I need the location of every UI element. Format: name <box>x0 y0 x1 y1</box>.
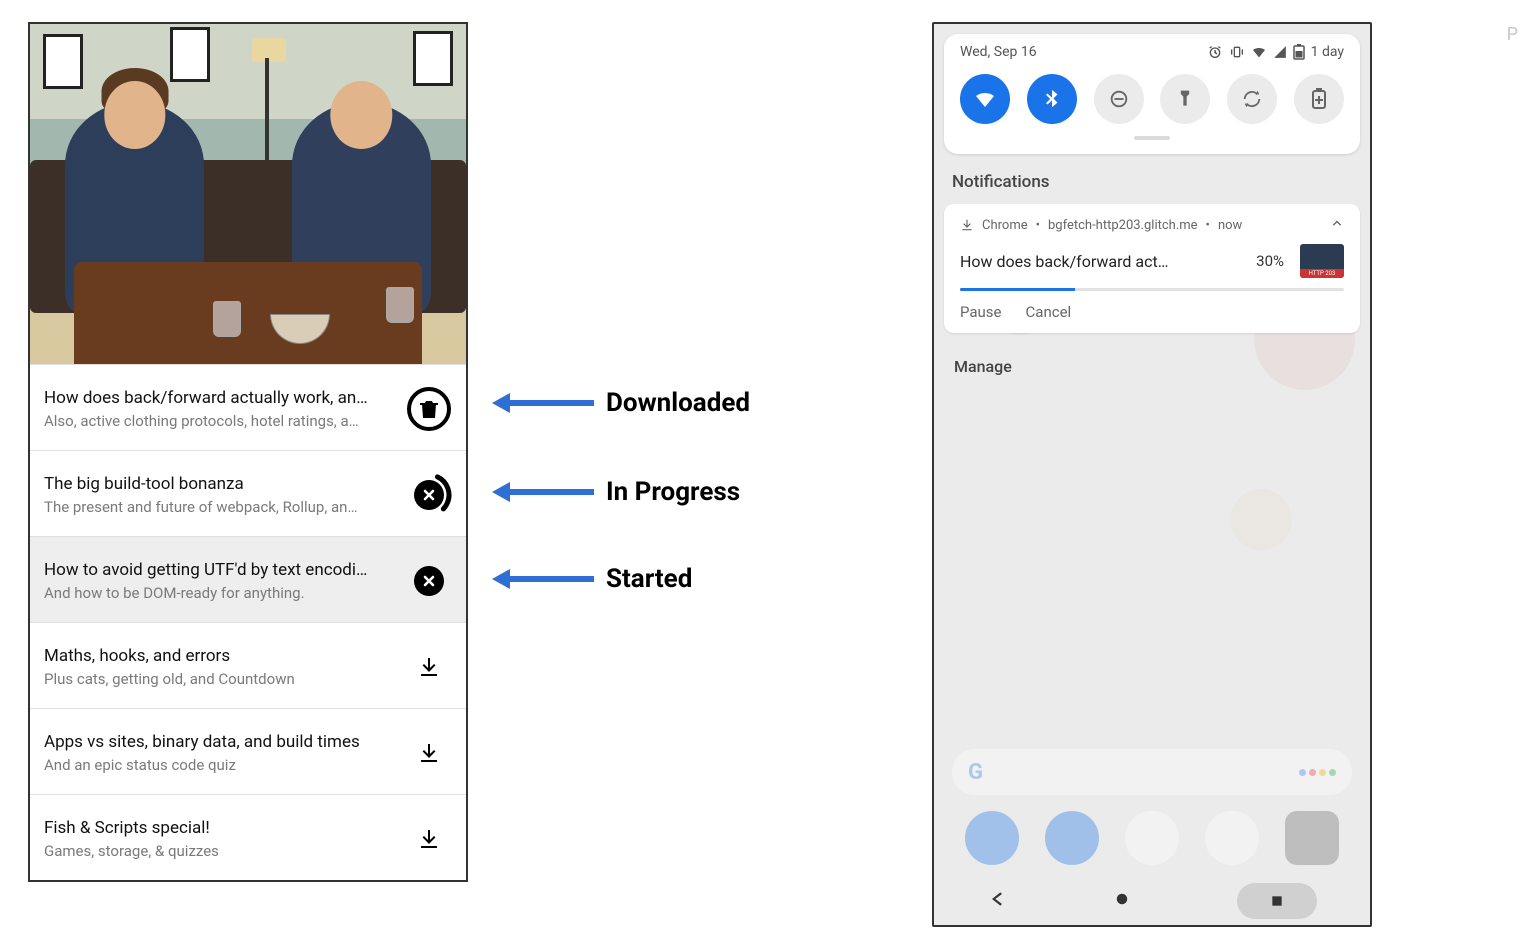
quick-settings-card: Wed, Sep 16 1 day <box>944 34 1360 154</box>
auto-rotate-icon <box>1241 88 1263 110</box>
assistant-icon <box>1299 769 1336 776</box>
notifications-section-title: Notifications <box>934 154 1370 204</box>
episode-row[interactable]: How to avoid getting UTF'd by text encod… <box>30 536 466 622</box>
nav-home-icon <box>1113 890 1131 908</box>
nav-home-button[interactable] <box>1113 890 1131 912</box>
notification-progress-bar <box>960 288 1344 291</box>
notification-thumbnail <box>1300 244 1344 278</box>
chrome-app-icon[interactable] <box>1205 811 1259 865</box>
google-search-pill[interactable]: G <box>952 749 1352 795</box>
status-date: Wed, Sep 16 <box>960 44 1037 60</box>
chevron-up-icon <box>1330 216 1344 230</box>
home-dock <box>934 811 1370 865</box>
annotation-downloaded: Downloaded <box>498 388 750 418</box>
episode-title: Maths, hooks, and errors <box>44 646 396 666</box>
download-notification[interactable]: Chrome • bgfetch-http203.glitch.me • now… <box>944 204 1360 333</box>
notification-title: How does back/forward act… <box>960 252 1246 271</box>
phone-app-icon[interactable] <box>965 811 1019 865</box>
android-notification-shade: Wed, Sep 16 1 day <box>932 22 1372 927</box>
qs-flashlight-tile[interactable] <box>1160 74 1210 124</box>
episode-title: Fish & Scripts special! <box>44 818 396 838</box>
episode-row[interactable]: Maths, hooks, and errors Plus cats, gett… <box>30 622 466 708</box>
progress-arc-icon <box>406 472 452 518</box>
nav-recents-button[interactable] <box>1237 883 1317 919</box>
vibrate-icon <box>1229 44 1245 60</box>
episode-hero-thumbnail <box>30 24 466 364</box>
annotation-in-progress: In Progress <box>498 477 740 507</box>
cancel-download-button[interactable] <box>406 472 452 518</box>
download-button[interactable] <box>406 730 452 776</box>
play-store-icon[interactable] <box>1125 811 1179 865</box>
cancel-download-button[interactable] <box>406 558 452 604</box>
messages-app-icon[interactable] <box>1045 811 1099 865</box>
episode-row[interactable]: Apps vs sites, binary data, and build ti… <box>30 708 466 794</box>
battery-text: 1 day <box>1311 44 1344 60</box>
notification-progress-fill <box>960 288 1075 291</box>
cancel-icon <box>414 566 444 596</box>
camera-app-icon[interactable] <box>1285 811 1339 865</box>
wifi-icon <box>973 87 997 111</box>
notification-header: Chrome • bgfetch-http203.glitch.me • now <box>960 216 1344 234</box>
download-small-icon <box>960 218 974 232</box>
annotation-label: Started <box>606 564 692 594</box>
annotation-label: In Progress <box>606 477 740 507</box>
status-icons: 1 day <box>1207 44 1344 60</box>
delete-download-button[interactable] <box>406 386 452 432</box>
arrow-left-icon <box>498 576 594 582</box>
podcast-app-panel: How does back/forward actually work, an…… <box>28 22 468 882</box>
qs-bluetooth-tile[interactable] <box>1027 74 1077 124</box>
qs-dnd-tile[interactable] <box>1094 74 1144 124</box>
notification-pause-button[interactable]: Pause <box>960 303 1002 321</box>
annotation-label: Downloaded <box>606 388 750 418</box>
collapse-notification-button[interactable] <box>1330 216 1344 234</box>
download-button[interactable] <box>406 816 452 862</box>
android-nav-bar <box>934 877 1370 925</box>
episode-title: How does back/forward actually work, an… <box>44 388 396 408</box>
notification-time: now <box>1218 218 1242 233</box>
notification-percent: 30% <box>1256 252 1284 270</box>
qs-battery-saver-tile[interactable] <box>1294 74 1344 124</box>
dnd-icon <box>1108 88 1130 110</box>
episode-title: How to avoid getting UTF'd by text encod… <box>44 560 396 580</box>
qs-wifi-tile[interactable] <box>960 74 1010 124</box>
episode-subtitle: Also, active clothing protocols, hotel r… <box>44 412 396 430</box>
nav-recents-icon <box>1269 893 1285 909</box>
signal-icon <box>1273 45 1287 59</box>
episode-subtitle: Plus cats, getting old, and Countdown <box>44 670 396 688</box>
stray-glyph: P <box>1507 24 1518 45</box>
trash-icon <box>407 387 451 431</box>
alarm-icon <box>1207 44 1223 60</box>
flashlight-icon <box>1175 89 1195 109</box>
notification-app: Chrome <box>982 218 1028 233</box>
episode-row[interactable]: The big build-tool bonanza The present a… <box>30 450 466 536</box>
episode-row[interactable]: Fish & Scripts special! Games, storage, … <box>30 794 466 880</box>
wifi-status-icon <box>1251 44 1267 60</box>
annotation-started: Started <box>498 564 692 594</box>
episode-row[interactable]: How does back/forward actually work, an…… <box>30 364 466 450</box>
shade-drag-handle[interactable] <box>1134 136 1170 140</box>
download-icon <box>417 827 441 851</box>
episode-title: Apps vs sites, binary data, and build ti… <box>44 732 396 752</box>
qs-rotate-tile[interactable] <box>1227 74 1277 124</box>
google-logo-icon: G <box>968 760 983 785</box>
arrow-left-icon <box>498 489 594 495</box>
nav-back-button[interactable] <box>987 889 1007 913</box>
episode-subtitle: The present and future of webpack, Rollu… <box>44 498 396 516</box>
notification-source: bgfetch-http203.glitch.me <box>1048 218 1198 233</box>
episode-title: The big build-tool bonanza <box>44 474 396 494</box>
bluetooth-icon <box>1041 88 1063 110</box>
notification-cancel-button[interactable]: Cancel <box>1026 303 1072 321</box>
download-button[interactable] <box>406 644 452 690</box>
manage-notifications-button[interactable]: Manage <box>934 333 1370 400</box>
download-icon <box>417 741 441 765</box>
episode-subtitle: And how to be DOM-ready for anything. <box>44 584 396 602</box>
battery-icon <box>1293 44 1305 60</box>
battery-saver-icon <box>1311 88 1327 110</box>
episode-subtitle: Games, storage, & quizzes <box>44 842 396 860</box>
arrow-left-icon <box>498 400 594 406</box>
nav-back-icon <box>987 889 1007 909</box>
episode-subtitle: And an epic status code quiz <box>44 756 396 774</box>
download-icon <box>417 655 441 679</box>
